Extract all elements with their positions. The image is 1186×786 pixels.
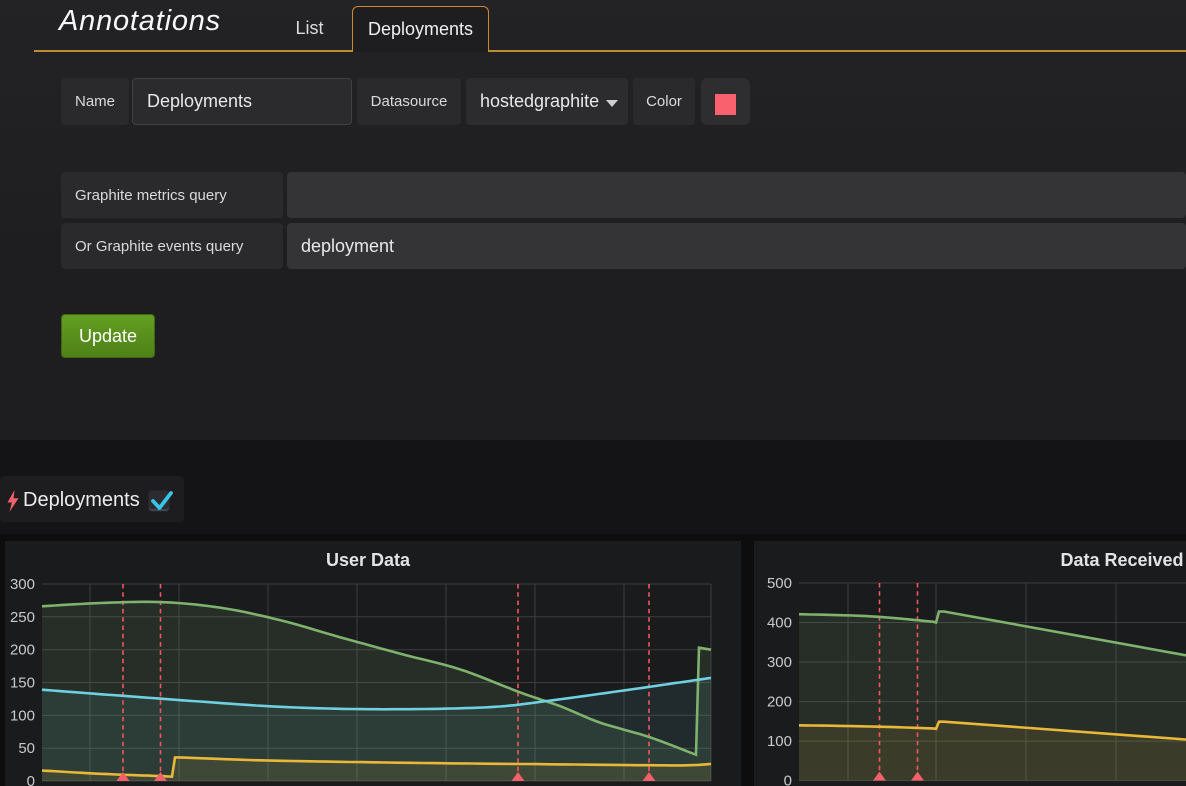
svg-text:User Data: User Data (326, 550, 411, 570)
svg-text:300: 300 (10, 576, 35, 593)
svg-text:250: 250 (10, 609, 35, 626)
svg-text:500: 500 (767, 575, 792, 592)
svg-text:Data Received: Data Received (1060, 550, 1183, 570)
svg-text:0: 0 (784, 773, 792, 786)
svg-text:400: 400 (767, 615, 792, 632)
svg-text:50: 50 (18, 740, 35, 757)
svg-text:200: 200 (10, 642, 35, 659)
svg-text:150: 150 (10, 675, 35, 692)
svg-text:300: 300 (767, 654, 792, 671)
svg-text:200: 200 (767, 694, 792, 711)
svg-text:100: 100 (10, 707, 35, 724)
svg-text:0: 0 (27, 773, 35, 786)
svg-text:100: 100 (767, 733, 792, 750)
